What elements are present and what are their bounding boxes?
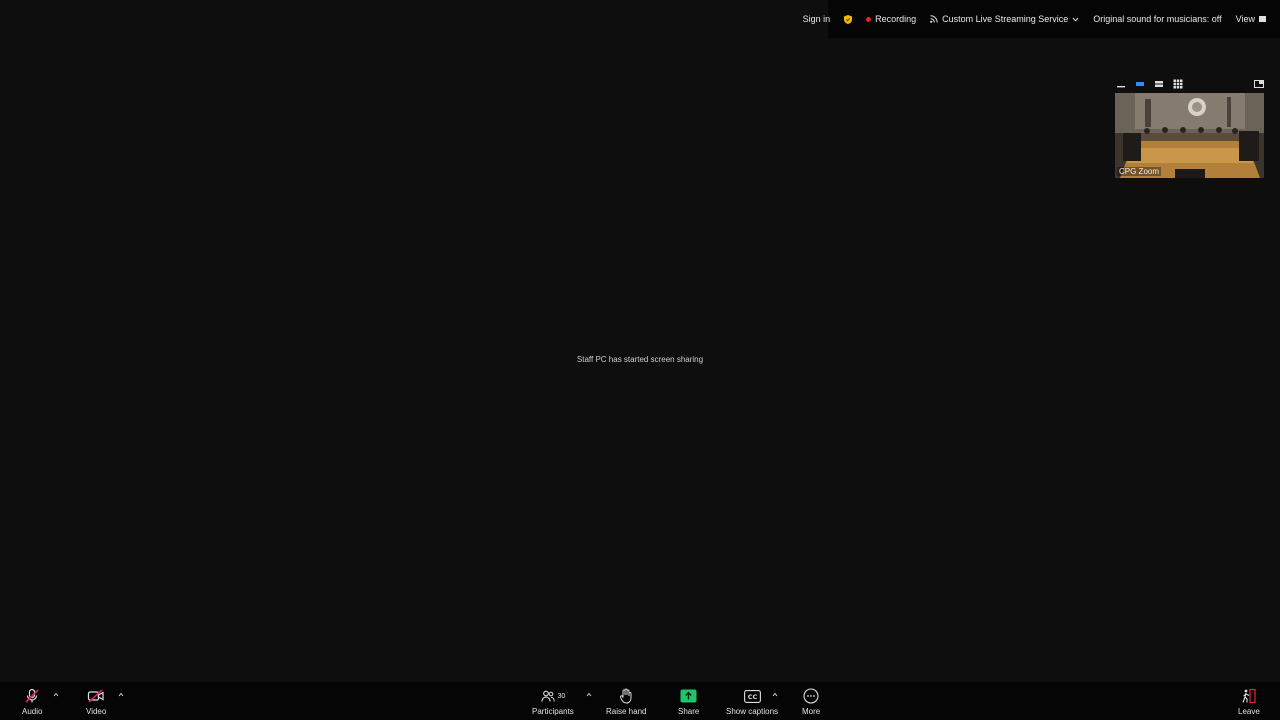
show-captions-button[interactable]: CC Show captions <box>726 688 778 716</box>
video-label: Video <box>86 707 107 716</box>
pop-out-video-icon[interactable] <box>1254 79 1264 89</box>
video-button[interactable]: Video <box>86 688 106 716</box>
audio-options-caret-icon[interactable] <box>53 692 59 697</box>
more-label: More <box>802 707 821 716</box>
more-button[interactable]: More <box>802 688 820 716</box>
screen-share-status-message: Staff PC has started screen sharing <box>576 355 704 364</box>
audio-button[interactable]: Audio <box>22 688 42 716</box>
strip-view-icon[interactable] <box>1154 79 1164 89</box>
council-chamber-video-image <box>1115 93 1264 178</box>
original-sound-toggle[interactable]: Original sound for musicians: off <box>1093 14 1221 24</box>
original-sound-label: Original sound for musicians: off <box>1093 14 1222 24</box>
participant-video-thumbnail[interactable]: CPG Zoom <box>1115 93 1264 178</box>
single-speaker-view-icon[interactable] <box>1135 79 1145 89</box>
live-streaming-dropdown[interactable]: Custom Live Streaming Service <box>930 14 1079 24</box>
view-menu-button[interactable]: View <box>1236 14 1266 24</box>
raise-hand-label: Raise hand <box>606 707 647 716</box>
security-shield-icon[interactable] <box>844 14 853 24</box>
streaming-label: Custom Live Streaming Service <box>942 14 1069 24</box>
video-off-icon <box>87 688 105 704</box>
closed-captions-icon: CC <box>743 688 761 704</box>
participants-icon: 30 <box>540 688 566 704</box>
captions-options-caret-icon[interactable] <box>772 692 778 697</box>
show-captions-label: Show captions <box>726 707 779 716</box>
muted-microphone-icon <box>24 688 40 704</box>
recording-label: Recording <box>875 14 917 24</box>
leave-icon <box>1241 688 1257 704</box>
top-status-bar: Sign in Recording Custom Live Streaming … <box>803 0 1280 38</box>
raise-hand-icon <box>619 688 633 704</box>
share-label: Share <box>678 707 700 716</box>
participant-name-label: CPG Zoom <box>1117 167 1162 176</box>
raise-hand-button[interactable]: Raise hand <box>606 688 646 716</box>
sign-in-label: Sign in <box>802 14 831 24</box>
video-options-caret-icon[interactable] <box>118 692 124 697</box>
audio-label: Audio <box>22 707 43 716</box>
rss-icon <box>930 15 938 23</box>
captions-icon-text: CC <box>747 693 757 701</box>
participants-count: 30 <box>557 692 566 700</box>
share-screen-icon <box>680 688 697 704</box>
recording-indicator[interactable]: Recording <box>866 14 916 24</box>
participants-options-caret-icon[interactable] <box>586 692 592 697</box>
participants-label: Participants <box>532 707 574 716</box>
participants-button[interactable]: 30 Participants <box>532 688 574 716</box>
leave-meeting-button[interactable]: Leave <box>1238 688 1260 716</box>
thumbnail-view-controls <box>1116 78 1264 90</box>
view-grid-icon <box>1259 16 1266 22</box>
gallery-grid-icon[interactable] <box>1173 79 1183 89</box>
leave-label: Leave <box>1238 707 1260 716</box>
more-options-icon <box>803 688 819 704</box>
zoom-meeting-window: Sign in Recording Custom Live Streaming … <box>0 0 1280 720</box>
recording-dot-icon <box>866 16 872 22</box>
minimize-video-icon[interactable] <box>1116 79 1126 89</box>
meeting-controls-toolbar: Audio Video 30 Participants Raise hand S… <box>0 682 1280 720</box>
sign-in-link[interactable]: Sign in <box>803 14 831 24</box>
share-screen-button[interactable]: Share <box>678 688 699 716</box>
view-label: View <box>1235 14 1255 24</box>
chevron-down-icon <box>1072 17 1079 22</box>
